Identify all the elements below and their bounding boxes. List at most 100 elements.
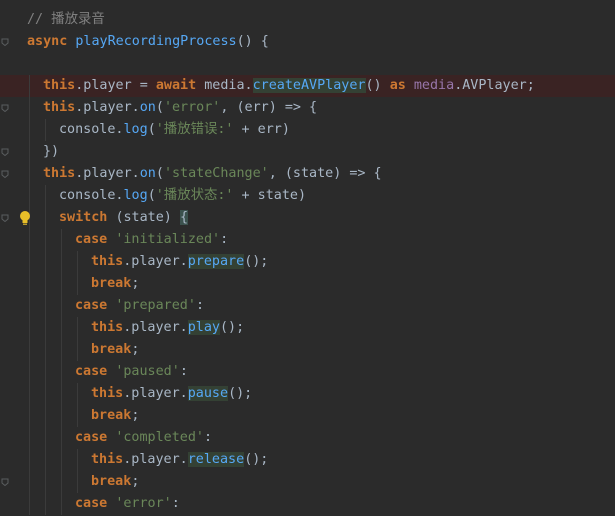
- indent-guide: [77, 405, 78, 427]
- code-line[interactable]: this.player.play();: [0, 317, 615, 339]
- lightbulb-icon[interactable]: [18, 210, 32, 226]
- indent-guide: [45, 119, 46, 141]
- code-token: this: [43, 166, 76, 181]
- indent-guide: [77, 471, 78, 493]
- code-text: this.player.play();: [91, 317, 244, 339]
- code-token: this: [91, 386, 124, 401]
- indent-guide: [61, 229, 62, 251]
- code-token: ;: [131, 408, 140, 423]
- code-line[interactable]: this.player = await media.createAVPlayer…: [0, 75, 615, 97]
- code-token: console.: [59, 122, 124, 137]
- indent-guide: [77, 339, 78, 361]
- code-line[interactable]: this.player.on('stateChange', (state) =>…: [0, 163, 615, 185]
- indent-guide: [45, 383, 46, 405]
- code-text: break;: [91, 339, 139, 361]
- code-token: createAVPlayer: [252, 78, 366, 93]
- code-token: .player =: [75, 78, 156, 93]
- indent-guide: [29, 97, 30, 119]
- indent-guide: [45, 229, 46, 251]
- code-text: case 'initialized':: [75, 229, 228, 251]
- code-line[interactable]: this.player.release();: [0, 449, 615, 471]
- code-token: play: [187, 320, 220, 335]
- code-token: .player.: [75, 166, 140, 181]
- code-token: ();: [220, 320, 245, 335]
- code-token: log: [123, 122, 148, 137]
- indent-guide: [45, 339, 46, 361]
- indent-guide: [45, 273, 46, 295]
- code-token: on: [139, 166, 156, 181]
- code-token: case: [75, 364, 116, 379]
- code-editor[interactable]: // 播放录音 async playRecordingProcess() { thi…: [0, 0, 615, 516]
- code-token: :: [195, 298, 204, 313]
- code-token: (: [147, 188, 156, 203]
- code-token: break: [91, 474, 132, 489]
- code-text: break;: [91, 273, 139, 295]
- code-line[interactable]: case 'paused':: [0, 361, 615, 383]
- code-token: + state): [233, 188, 307, 203]
- code-text: break;: [91, 471, 139, 493]
- code-line[interactable]: // 播放录音: [0, 9, 615, 31]
- code-token: .AVPlayer;: [454, 78, 535, 93]
- indent-guide: [61, 493, 62, 515]
- code-text: async playRecordingProcess() {: [27, 31, 269, 53]
- code-line[interactable]: async playRecordingProcess() {: [0, 31, 615, 53]
- code-token: media: [413, 78, 455, 93]
- indent-guide: [29, 383, 30, 405]
- code-token: ;: [131, 342, 140, 357]
- indent-guide: [29, 471, 30, 493]
- code-line[interactable]: console.log('播放错误:' + err): [0, 119, 615, 141]
- code-token: break: [91, 342, 132, 357]
- code-line[interactable]: [0, 53, 615, 75]
- code-text: }): [43, 141, 59, 163]
- indent-guide: [61, 471, 62, 493]
- code-line[interactable]: case 'error':: [0, 493, 615, 515]
- code-token: // 播放录音: [27, 12, 105, 27]
- code-line[interactable]: case 'initialized':: [0, 229, 615, 251]
- code-token: prepare: [187, 254, 245, 269]
- code-line[interactable]: this.player.pause();: [0, 383, 615, 405]
- code-text: this.player = await media.createAVPlayer…: [43, 75, 535, 97]
- code-line[interactable]: case 'prepared':: [0, 295, 615, 317]
- code-token: media.: [204, 78, 253, 93]
- code-token: 'paused': [115, 364, 180, 379]
- code-line[interactable]: case 'completed':: [0, 427, 615, 449]
- code-line[interactable]: this.player.prepare();: [0, 251, 615, 273]
- code-token: this: [91, 452, 124, 467]
- code-token: console.: [59, 188, 124, 203]
- indent-guide: [29, 295, 30, 317]
- code-text: console.log('播放错误:' + err): [59, 119, 290, 141]
- indent-guide: [77, 449, 78, 471]
- indent-guide: [29, 185, 30, 207]
- indent-guide: [29, 251, 30, 273]
- code-text: // 播放录音: [27, 9, 105, 31]
- indent-guide: [29, 75, 30, 97]
- code-token: }): [43, 144, 60, 159]
- code-text: break;: [91, 405, 139, 427]
- code-token: '播放状态:': [155, 188, 234, 203]
- indent-guide: [77, 383, 78, 405]
- code-line[interactable]: break;: [0, 471, 615, 493]
- code-line[interactable]: switch (state) {: [0, 207, 615, 229]
- code-token: {: [179, 210, 188, 225]
- code-token: log: [123, 188, 148, 203]
- code-token: :: [204, 430, 213, 445]
- code-line[interactable]: console.log('播放状态:' + state): [0, 185, 615, 207]
- code-text: case 'error':: [75, 493, 180, 515]
- code-line[interactable]: this.player.on('error', (err) => {: [0, 97, 615, 119]
- code-token: ;: [131, 276, 140, 291]
- code-token: pause: [187, 386, 229, 401]
- indent-guide: [29, 361, 30, 383]
- code-line[interactable]: break;: [0, 273, 615, 295]
- code-token: this: [43, 78, 76, 93]
- indent-guide: [61, 295, 62, 317]
- indent-guide: [61, 405, 62, 427]
- code-token: :: [171, 496, 180, 511]
- code-token: on: [139, 100, 156, 115]
- code-line[interactable]: }): [0, 141, 615, 163]
- code-token: this: [43, 100, 76, 115]
- indent-guide: [29, 273, 30, 295]
- code-token: () {: [236, 34, 269, 49]
- code-line[interactable]: break;: [0, 339, 615, 361]
- code-line[interactable]: break;: [0, 405, 615, 427]
- indent-guide: [61, 317, 62, 339]
